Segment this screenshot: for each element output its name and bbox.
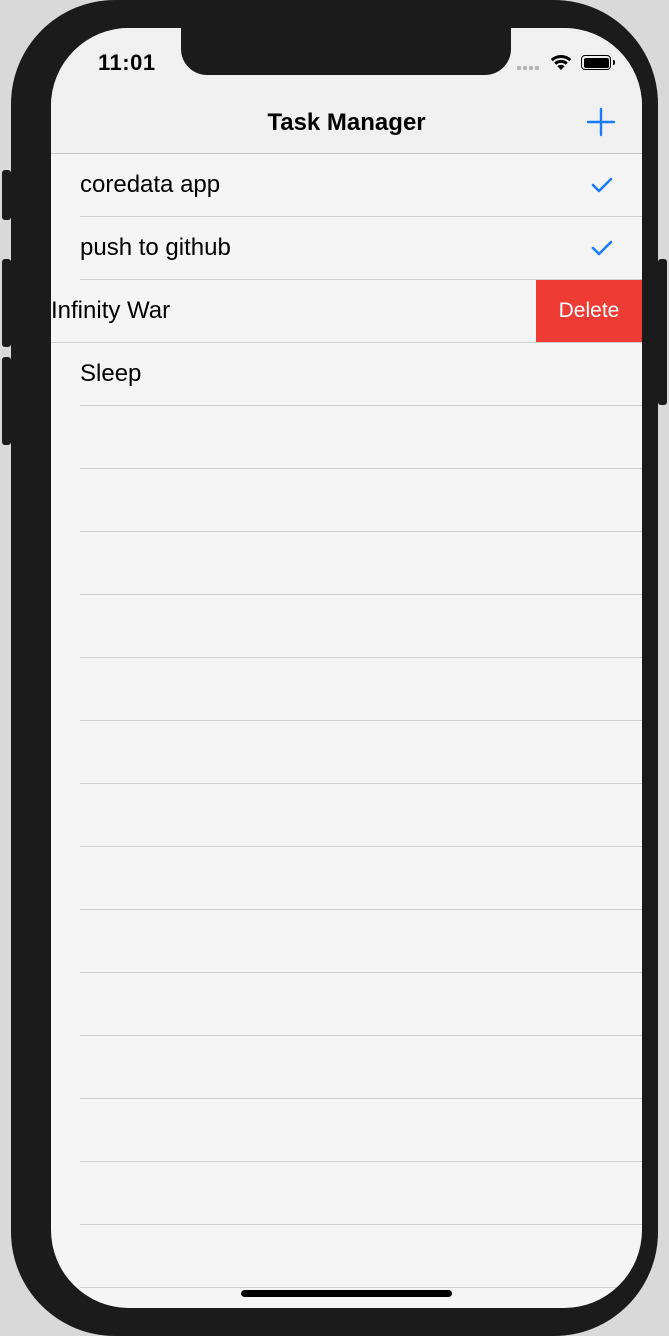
empty-row [51, 910, 642, 973]
device-frame: 11:01 Task Manager coredata app push to … [2, 0, 667, 1336]
delete-button[interactable]: Delete [536, 280, 642, 342]
home-indicator[interactable] [241, 1290, 452, 1297]
empty-row [51, 595, 642, 658]
page-title: Task Manager [267, 109, 426, 136]
mute-switch [2, 170, 11, 220]
empty-row [51, 1036, 642, 1099]
empty-row [51, 721, 642, 784]
volume-down-button [2, 357, 11, 445]
add-task-button[interactable] [583, 104, 619, 140]
empty-row [51, 406, 642, 469]
battery-icon [581, 55, 611, 70]
empty-row [51, 973, 642, 1036]
checkmark-icon [591, 240, 613, 256]
checkmark-icon [591, 177, 613, 193]
task-label: Sleep [80, 360, 142, 387]
empty-row [51, 847, 642, 910]
empty-row [51, 532, 642, 595]
task-label: Infinity War [51, 297, 171, 324]
battery-cap [613, 60, 615, 65]
empty-row [51, 1162, 642, 1225]
empty-row [51, 1099, 642, 1162]
screen: 11:01 Task Manager coredata app push to … [51, 28, 642, 1308]
empty-row [51, 784, 642, 847]
task-row[interactable]: push to github [51, 217, 642, 280]
notch [181, 28, 511, 75]
empty-row [51, 1225, 642, 1288]
task-row[interactable]: Sleep [51, 343, 642, 406]
task-row-swiped[interactable]: Infinity War Delete [51, 280, 642, 343]
task-row[interactable]: coredata app [51, 154, 642, 217]
status-time: 11:01 [98, 50, 156, 75]
volume-up-button [2, 259, 11, 347]
wifi-icon [550, 54, 572, 70]
task-label: push to github [80, 234, 231, 261]
power-button [658, 259, 667, 405]
signal-icon [517, 66, 539, 70]
task-label: coredata app [80, 171, 221, 198]
navigation-bar: Task Manager [51, 98, 642, 154]
task-list: coredata app push to github Infinity War… [51, 154, 642, 1308]
empty-row [51, 658, 642, 721]
empty-row [51, 469, 642, 532]
